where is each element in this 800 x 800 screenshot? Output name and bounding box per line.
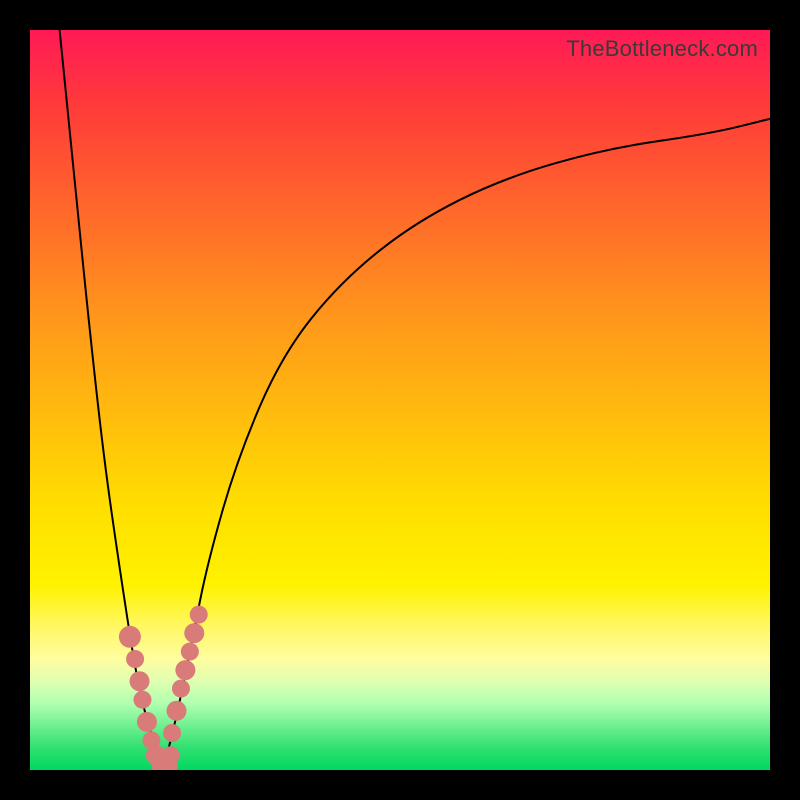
data-point [181, 643, 199, 661]
data-point [175, 660, 195, 680]
series-right-branch [163, 119, 770, 770]
data-point [126, 650, 144, 668]
data-point [190, 606, 208, 624]
data-point [130, 671, 150, 691]
data-point [184, 623, 204, 643]
scatter-dots [119, 606, 208, 770]
data-point [163, 724, 181, 742]
data-point [119, 626, 141, 648]
data-point [137, 712, 157, 732]
plot-area: TheBottleneck.com [30, 30, 770, 770]
curve-lines [60, 30, 770, 770]
chart-frame: TheBottleneck.com [0, 0, 800, 800]
data-point [133, 691, 151, 709]
series-left-branch [60, 30, 164, 770]
curve-svg [30, 30, 770, 770]
data-point [172, 680, 190, 698]
data-point [167, 701, 187, 721]
data-point [162, 746, 180, 764]
